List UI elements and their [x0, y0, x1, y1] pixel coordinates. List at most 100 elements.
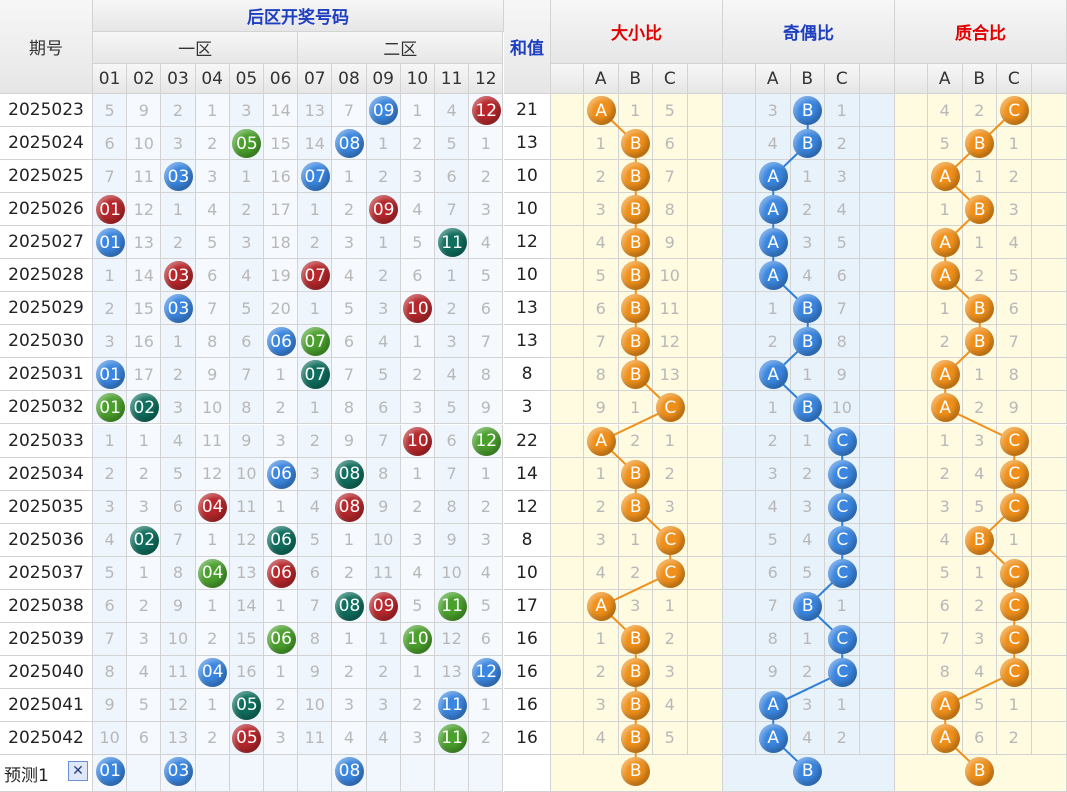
- ratio-cell: 8: [653, 193, 688, 227]
- number-cell: 1: [366, 127, 401, 161]
- close-icon[interactable]: ✕: [68, 761, 88, 781]
- ratio-sub-A: A: [928, 64, 963, 94]
- ratio-cell: 1: [756, 292, 791, 326]
- number-cell: 5: [400, 226, 435, 260]
- number-cell: 2: [161, 358, 196, 392]
- ratio-cell: 3: [584, 193, 619, 227]
- sum-cell: 10: [504, 193, 551, 227]
- number-cell: 3: [127, 622, 162, 656]
- number-cell: 9: [161, 589, 196, 623]
- number-cell: 17: [127, 358, 162, 392]
- ratio-pad-right: [859, 622, 895, 656]
- ratio-pad-right: [687, 589, 723, 623]
- ratio-pad-left: [723, 127, 756, 161]
- ratio-cell: 2: [618, 556, 653, 590]
- ratio-cell: [790, 391, 825, 425]
- ratio-cell: 5: [584, 259, 619, 293]
- sum-cell: 12: [504, 226, 551, 260]
- number-cell: 1: [435, 259, 470, 293]
- ratio-cell: 3: [756, 457, 791, 491]
- number-cell: 11: [298, 721, 333, 755]
- ratio-cell: 4: [756, 127, 791, 161]
- number-cell: 5: [93, 556, 128, 590]
- number-cell: 2: [93, 292, 128, 326]
- ratio-cell: 5: [653, 94, 688, 128]
- number-cell: 3: [332, 226, 367, 260]
- number-cell: 1: [469, 127, 504, 161]
- ratio-pad-right: [687, 688, 723, 722]
- ratio-cell: [653, 523, 688, 557]
- ratio-cell: 5: [928, 127, 963, 161]
- ratio-pad-left: [551, 589, 584, 623]
- ratio-cell: 7: [825, 292, 860, 326]
- number-cell: 2: [127, 457, 162, 491]
- ratio-cell: [618, 358, 653, 392]
- sum-cell: 10: [504, 259, 551, 293]
- ratio-sub-A: A: [584, 64, 619, 94]
- predict-number-cell: [332, 755, 367, 792]
- number-cell: 2: [469, 721, 504, 755]
- ratio-pad-right: [1031, 523, 1067, 557]
- number-cell: 2: [400, 688, 435, 722]
- number-cell: 17: [264, 193, 299, 227]
- number-cell: 1: [400, 655, 435, 689]
- number-cell: [127, 391, 162, 425]
- number-cell: 2: [469, 490, 504, 524]
- ratio-pad-left: [723, 424, 756, 458]
- ratio-cell: [618, 490, 653, 524]
- number-cell: 3: [400, 391, 435, 425]
- number-cell: [264, 325, 299, 359]
- number-cell: 9: [469, 391, 504, 425]
- number-cell: 11: [161, 655, 196, 689]
- ratio-cell: 4: [928, 523, 963, 557]
- ratio-header-0: 大小比: [551, 0, 723, 64]
- ratio-pad-right: [859, 325, 895, 359]
- ratio-cell: 3: [825, 160, 860, 194]
- ratio-pad-right: [687, 490, 723, 524]
- sum-cell: 16: [504, 655, 551, 689]
- number-cell: 11: [366, 556, 401, 590]
- number-cell: 3: [400, 721, 435, 755]
- ratio-cell: 1: [653, 589, 688, 623]
- ratio-cell: [825, 523, 860, 557]
- number-cell: 2: [435, 292, 470, 326]
- ratio-pad-left: [551, 721, 584, 755]
- number-cell: 7: [332, 358, 367, 392]
- number-cell: 5: [332, 292, 367, 326]
- ratio-pad-left: [551, 556, 584, 590]
- ratio-cell: [790, 325, 825, 359]
- number-cell: [332, 589, 367, 623]
- sum-cell: 14: [504, 457, 551, 491]
- ratio-cell: [584, 94, 619, 128]
- number-cell: [229, 127, 264, 161]
- number-cell: 3: [93, 490, 128, 524]
- number-cell: 3: [161, 391, 196, 425]
- ratio-pad-right: [687, 193, 723, 227]
- number-cell: 18: [264, 226, 299, 260]
- ratio-cell: 11: [653, 292, 688, 326]
- number-cell: 7: [229, 358, 264, 392]
- ratio-cell: 3: [962, 622, 997, 656]
- predict-label: 预测1: [4, 766, 49, 786]
- number-cell: 2: [93, 457, 128, 491]
- number-cell: 1: [298, 292, 333, 326]
- ratio-cell: [962, 193, 997, 227]
- ratio-pad-left: [895, 721, 928, 755]
- ratio-pad-left: [551, 193, 584, 227]
- number-cell: 3: [229, 226, 264, 260]
- ratio-cell: [962, 523, 997, 557]
- ratio-cell: [825, 556, 860, 590]
- ratio-pad-left: [551, 94, 584, 128]
- number-cell: 3: [332, 688, 367, 722]
- number-cell: 3: [195, 160, 230, 194]
- number-cell: 6: [229, 325, 264, 359]
- ratio-pad-right: [1031, 193, 1067, 227]
- ratio-cell: 1: [618, 391, 653, 425]
- number-cell: [264, 556, 299, 590]
- number-cell: [400, 292, 435, 326]
- ratio-cell: [618, 721, 653, 755]
- ratio-cell: [962, 325, 997, 359]
- number-cell: [264, 523, 299, 557]
- ratio-cell: 1: [653, 424, 688, 458]
- number-cell: 3: [366, 292, 401, 326]
